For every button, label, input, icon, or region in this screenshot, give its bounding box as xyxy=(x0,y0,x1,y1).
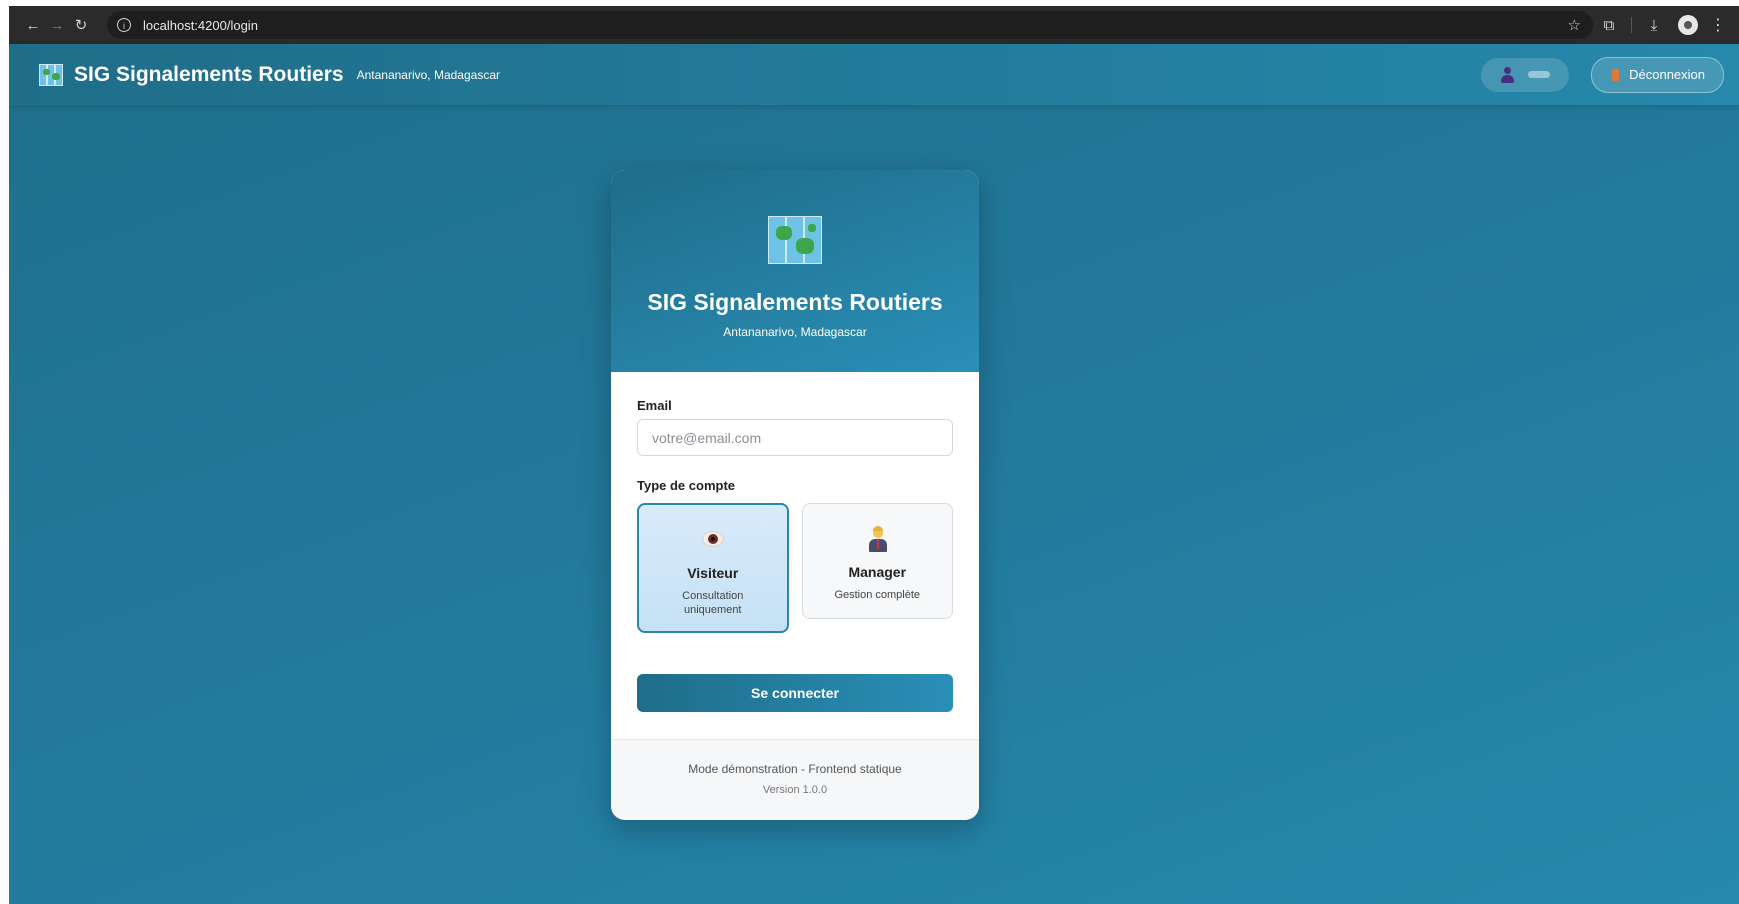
login-card-footer: Mode démonstration - Frontend statique V… xyxy=(611,739,979,820)
address-bar[interactable]: i localhost:4200/login ☆ xyxy=(107,11,1593,39)
reload-icon[interactable]: ↻ xyxy=(69,16,93,34)
user-name-placeholder xyxy=(1528,71,1551,78)
eye-icon xyxy=(702,531,724,547)
login-form: Email Type de compte Visiteur Consultati… xyxy=(611,372,979,766)
footer-mode-text: Mode démonstration - Frontend statique xyxy=(688,762,902,776)
login-card-header: SIG Signalements Routiers Antananarivo, … xyxy=(611,170,979,372)
profile-icon[interactable] xyxy=(1678,15,1698,35)
app-header: SIG Signalements Routiers Antananarivo, … xyxy=(9,44,1739,105)
toolbar-divider xyxy=(1631,17,1632,33)
account-type-description: Gestion complète xyxy=(834,589,921,601)
download-icon[interactable]: ⤓ xyxy=(1638,17,1670,34)
forward-arrow-icon[interactable]: → xyxy=(45,17,69,34)
user-icon xyxy=(1500,66,1515,83)
account-type-manager[interactable]: Manager Gestion complète xyxy=(801,503,953,619)
account-type-label: Type de compte xyxy=(637,478,736,493)
account-type-description: Consultation uniquement xyxy=(682,590,744,616)
footer-version-text: Version 1.0.0 xyxy=(762,784,828,796)
logout-label: Déconnexion xyxy=(1629,67,1705,82)
map-icon xyxy=(768,216,822,264)
login-card: SIG Signalements Routiers Antananarivo, … xyxy=(611,170,979,820)
address-url[interactable]: localhost:4200/login xyxy=(143,18,258,33)
login-title: SIG Signalements Routiers xyxy=(647,289,943,315)
user-menu[interactable] xyxy=(1481,57,1570,92)
login-subtitle: Antananarivo, Madagascar xyxy=(723,325,867,339)
star-icon[interactable]: ☆ xyxy=(1568,16,1581,34)
account-type-name: Visiteur xyxy=(687,565,739,581)
door-icon xyxy=(1612,68,1620,81)
extensions-icon[interactable]: ⧉ xyxy=(1593,17,1625,34)
account-type-options: Visiteur Consultation uniquement Manager… xyxy=(637,503,953,633)
app-subtitle: Antananarivo, Madagascar xyxy=(356,67,500,82)
account-type-visitor[interactable]: Visiteur Consultation uniquement xyxy=(637,503,789,633)
email-field[interactable] xyxy=(637,419,953,456)
map-icon xyxy=(39,63,63,86)
app-title: SIG Signalements Routiers xyxy=(74,62,344,86)
login-button[interactable]: Se connecter xyxy=(637,674,953,712)
manager-icon xyxy=(868,526,888,552)
menu-icon[interactable]: ⋮ xyxy=(1710,15,1726,35)
email-label: Email xyxy=(637,398,672,413)
account-type-name: Manager xyxy=(848,564,907,580)
logout-button[interactable]: Déconnexion xyxy=(1591,56,1724,93)
browser-toolbar: ← → ↻ i localhost:4200/login ☆ ⧉ ⤓ ⋮ xyxy=(9,6,1739,44)
info-icon[interactable]: i xyxy=(117,18,131,32)
back-arrow-icon[interactable]: ← xyxy=(21,17,45,34)
browser-window: ← → ↻ i localhost:4200/login ☆ ⧉ ⤓ ⋮ SIG… xyxy=(9,6,1739,904)
